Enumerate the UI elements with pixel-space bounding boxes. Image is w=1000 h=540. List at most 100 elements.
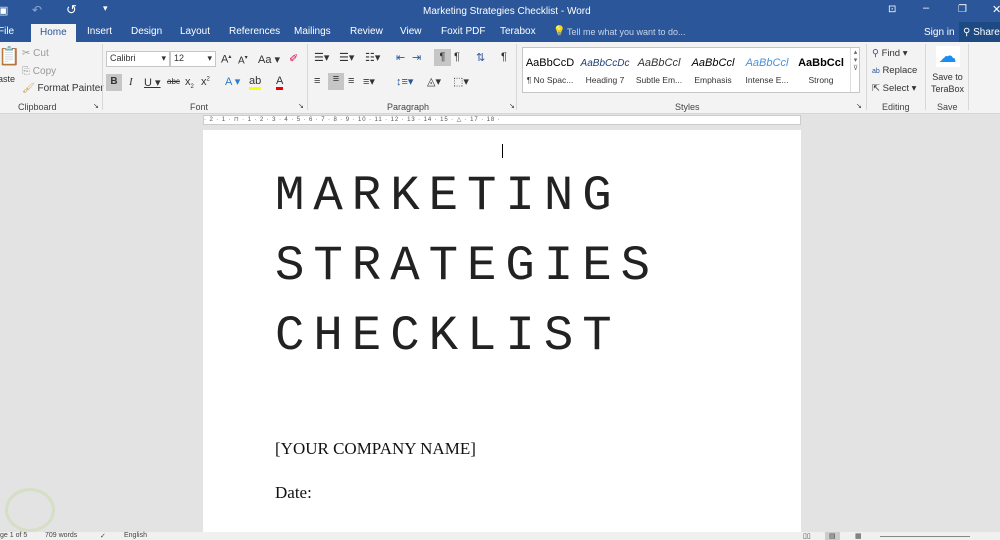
redo-icon[interactable]: ↺ [66, 2, 77, 18]
change-case-button[interactable]: Aa ▾ [258, 53, 280, 66]
replace-button[interactable]: ab Replace [872, 65, 917, 76]
grow-font-icon[interactable]: A▴ [221, 53, 231, 66]
restore-icon[interactable]: ❐ [958, 4, 967, 15]
ltr-icon[interactable]: ¶ [434, 49, 451, 66]
proofing-icon[interactable]: ✓ [100, 532, 106, 540]
save-icon[interactable]: ▣ [0, 4, 8, 17]
select-button[interactable]: ⇱ Select ▾ [872, 83, 916, 94]
sort-icon[interactable]: ⇅ [476, 51, 485, 64]
text-effects-icon[interactable]: A ▾ [225, 75, 240, 88]
paste-button[interactable]: aste [0, 74, 15, 84]
title-bar: ▣ ↶ ↺ ▾ Marketing Strategies Checklist -… [0, 0, 1000, 22]
font-name-select[interactable]: Calibri ▾ [106, 51, 170, 67]
language[interactable]: English [124, 532, 147, 539]
align-right-icon[interactable]: ≡ [348, 75, 354, 87]
document-title-line: MARKETING [275, 168, 621, 224]
style-heading-7[interactable]: AaBbCcDc Heading 7 [578, 48, 632, 85]
ribbon: 📋 aste ✂ Cut ⎘ Copy 🖌 Format Painter Cli… [0, 42, 1000, 114]
word-count[interactable]: 709 words [45, 532, 77, 539]
clear-formatting-icon[interactable]: ✐ [289, 52, 298, 65]
document-title-line: STRATEGIES [275, 238, 660, 294]
save-group-label: Save [937, 102, 958, 112]
zoom-slider[interactable] [880, 536, 970, 537]
superscript-button[interactable]: x2 [201, 76, 210, 88]
cloud-upload-icon: ☁ [935, 46, 960, 67]
horizontal-ruler[interactable]: · 2 · 1 · ⊓ · 1 · 2 · 3 · 4 · 5 · 6 · 7 … [203, 115, 801, 125]
tab-file[interactable]: File [0, 26, 14, 37]
scissors-icon: ✂ [22, 48, 31, 59]
minimize-icon[interactable]: – [923, 2, 929, 14]
underline-button[interactable]: U ▾ [144, 76, 161, 89]
style-no-spacing[interactable]: AaBbCcD ¶ No Spac... [523, 48, 577, 85]
paste-icon[interactable]: 📋 [0, 46, 20, 67]
highlight-icon[interactable]: ab [249, 75, 262, 90]
borders-icon[interactable]: ⬚▾ [453, 75, 469, 88]
shrink-font-icon[interactable]: A▾ [238, 54, 248, 66]
increase-indent-icon[interactable]: ⇥ [412, 51, 421, 64]
tab-view[interactable]: View [400, 26, 422, 37]
multilevel-list-icon[interactable]: ☷▾ [365, 51, 380, 64]
ribbon-display-icon[interactable]: ⊡ [888, 4, 896, 15]
status-bar: ge 1 of 5 709 words ✓ English ▯▯ ▤ ▦ [0, 532, 1000, 540]
print-layout-icon[interactable]: ▤ [825, 532, 840, 540]
bold-button[interactable]: B [106, 74, 122, 91]
tab-terabox[interactable]: Terabox [500, 26, 536, 37]
web-layout-icon[interactable]: ▦ [855, 532, 862, 540]
undo-icon[interactable]: ↶ [32, 3, 42, 17]
brush-icon: 🖌 [22, 83, 35, 94]
style-subtle-emphasis[interactable]: AaBbCcl Subtle Em... [632, 48, 686, 85]
tab-layout[interactable]: Layout [180, 26, 210, 37]
show-marks-icon[interactable]: ¶ [501, 51, 507, 63]
align-center-icon[interactable]: ≡ [328, 73, 344, 90]
tab-home[interactable]: Home [31, 24, 76, 42]
style-strong[interactable]: AaBbCcl Strong [794, 48, 848, 85]
copy-button[interactable]: ⎘ Copy [22, 66, 56, 77]
page-count[interactable]: ge 1 of 5 [0, 532, 27, 539]
clipboard-group-label: Clipboard [18, 102, 57, 112]
rtl-icon[interactable]: ¶ [454, 51, 460, 63]
dialog-launcher-icon[interactable]: ↘ [509, 102, 515, 110]
styles-scrollbar[interactable]: ▴ ▾ ⊽ [850, 48, 860, 92]
close-icon[interactable]: ✕ [992, 3, 1000, 16]
window-title: Marketing Strategies Checklist - Word [423, 6, 591, 17]
tab-review[interactable]: Review [350, 26, 383, 37]
align-left-icon[interactable]: ≡ [314, 75, 320, 87]
company-name: [YOUR COMPANY NAME] [275, 439, 476, 458]
justify-icon[interactable]: ≡▾ [363, 75, 375, 88]
shading-icon[interactable]: ◬▾ [427, 75, 441, 88]
styles-gallery: AaBbCcD ¶ No Spac... AaBbCcDc Heading 7 Aa… [522, 47, 860, 93]
subscript-button[interactable]: x2 [185, 76, 194, 90]
line-spacing-icon[interactable]: ↕≡▾ [396, 75, 413, 88]
style-intense-emphasis[interactable]: AaBbCcl Intense E... [740, 48, 794, 85]
style-emphasis[interactable]: AaBbCcl Emphasis [686, 48, 740, 85]
read-mode-icon[interactable]: ▯▯ [803, 532, 811, 540]
tab-references[interactable]: References [229, 26, 280, 37]
numbering-icon[interactable]: ☰▾ [339, 51, 354, 64]
tab-foxit-pdf[interactable]: Foxit PDF [441, 26, 485, 37]
dialog-launcher-icon[interactable]: ↘ [298, 102, 304, 110]
document-page[interactable]: MARKETING STRATEGIES CHECKLIST [YOUR COM… [203, 130, 801, 532]
customize-icon[interactable]: ▾ [103, 3, 108, 14]
tab-insert[interactable]: Insert [87, 26, 112, 37]
dialog-launcher-icon[interactable]: ↘ [856, 102, 862, 110]
share-button[interactable]: ⚲ Share [959, 22, 1000, 42]
bullets-icon[interactable]: ☰▾ [314, 51, 329, 64]
search-icon: ⚲ [872, 48, 879, 59]
replace-icon: ab [872, 68, 880, 75]
save-to-terabox-button[interactable]: ☁ Save to TeraBox [930, 46, 965, 95]
sign-in-link[interactable]: Sign in [924, 27, 955, 38]
dialog-launcher-icon[interactable]: ↘ [93, 102, 99, 110]
font-size-select[interactable]: 12 ▾ [170, 51, 216, 67]
italic-button[interactable]: I [129, 76, 133, 88]
document-title-line: CHECKLIST [275, 308, 621, 364]
find-button[interactable]: ⚲ Find ▾ [872, 48, 908, 59]
paragraph-group-label: Paragraph [387, 102, 430, 112]
tell-me-input[interactable]: Tell me what you want to do... [567, 27, 686, 37]
tab-mailings[interactable]: Mailings [294, 26, 331, 37]
tab-design[interactable]: Design [131, 26, 162, 37]
cut-button[interactable]: ✂ Cut [22, 48, 49, 59]
strikethrough-button[interactable]: abc [167, 77, 180, 86]
format-painter-button[interactable]: 🖌 Format Painter [22, 83, 104, 94]
font-color-icon[interactable]: A [276, 75, 284, 90]
decrease-indent-icon[interactable]: ⇤ [396, 51, 405, 64]
